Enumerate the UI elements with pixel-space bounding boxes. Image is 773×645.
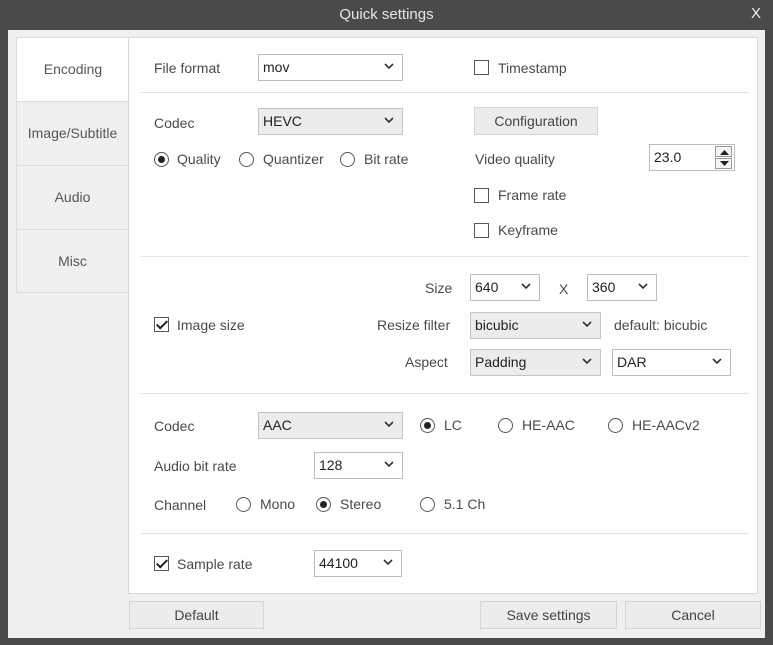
chevron-down-icon xyxy=(383,559,393,566)
profile-he-aac-label: HE-AAC xyxy=(522,417,575,433)
channel-label: Channel xyxy=(154,497,207,513)
file-format-value: mov xyxy=(263,59,290,75)
sample-rate-value: 44100 xyxy=(319,555,358,571)
tab-encoding[interactable]: Encoding xyxy=(16,37,129,101)
channel-stereo-radio[interactable] xyxy=(316,497,331,512)
resize-filter-hint: default: bicubic xyxy=(614,317,708,333)
channel-stereo-label: Stereo xyxy=(340,496,382,512)
video-quality-value: 23.0 xyxy=(654,149,682,165)
width-select[interactable]: 640 xyxy=(470,274,540,301)
audio-bitrate-select[interactable]: 128 xyxy=(314,452,403,479)
file-format-label: File format xyxy=(154,60,221,76)
chevron-down-icon xyxy=(582,321,592,328)
video-quality-spinner[interactable]: 23.0 xyxy=(649,144,735,171)
spin-up-button[interactable] xyxy=(715,146,732,157)
rate-mode-quantizer-radio[interactable] xyxy=(239,152,254,167)
dialog-body: Encoding Image/Subtitle Audio Misc File … xyxy=(8,30,765,638)
quick-settings-window: Quick settings X Encoding Image/Subtitle… xyxy=(0,0,773,645)
aspect-value: Padding xyxy=(475,354,527,370)
chevron-down-icon xyxy=(582,358,592,365)
aspect-mode-select[interactable]: DAR xyxy=(612,349,731,376)
frame-rate-label: Frame rate xyxy=(498,187,567,203)
save-settings-button[interactable]: Save settings xyxy=(480,601,617,629)
channel-mono-radio[interactable] xyxy=(236,497,251,512)
resize-filter-select[interactable]: bicubic xyxy=(470,312,601,339)
configuration-button[interactable]: Configuration xyxy=(474,107,598,135)
dimension-separator: X xyxy=(559,281,569,297)
chevron-down-icon xyxy=(712,358,722,365)
video-codec-label: Codec xyxy=(154,115,195,131)
profile-he-aacv2-radio[interactable] xyxy=(608,418,623,433)
audio-codec-value: AAC xyxy=(263,417,292,433)
tab-list: Encoding Image/Subtitle Audio Misc xyxy=(16,37,129,293)
tab-misc[interactable]: Misc xyxy=(16,229,129,293)
profile-he-aacv2-label: HE-AACv2 xyxy=(632,417,700,433)
caret-down-icon xyxy=(720,161,729,166)
cancel-button[interactable]: Cancel xyxy=(625,601,761,629)
rate-mode-quality-radio[interactable] xyxy=(154,152,169,167)
divider xyxy=(141,533,749,534)
frame-rate-checkbox[interactable] xyxy=(474,188,489,203)
chevron-down-icon xyxy=(521,283,531,290)
keyframe-checkbox[interactable] xyxy=(474,223,489,238)
timestamp-checkbox[interactable] xyxy=(474,60,489,75)
profile-lc-radio[interactable] xyxy=(420,418,435,433)
sample-rate-select[interactable]: 44100 xyxy=(314,550,402,577)
size-label: Size xyxy=(425,280,453,296)
aspect-mode-value: DAR xyxy=(617,354,647,370)
resize-filter-value: bicubic xyxy=(475,317,519,333)
video-quality-label: Video quality xyxy=(475,151,555,167)
chevron-down-icon xyxy=(384,421,394,428)
profile-lc-label: LC xyxy=(444,417,462,433)
channel-mono-label: Mono xyxy=(260,496,296,512)
caret-up-icon xyxy=(720,150,729,155)
sample-rate-checkbox[interactable] xyxy=(154,556,169,571)
image-size-label: Image size xyxy=(177,317,245,333)
title-bar: Quick settings X xyxy=(0,0,773,30)
default-button[interactable]: Default xyxy=(129,601,264,629)
chevron-down-icon xyxy=(638,283,648,290)
profile-he-aac-radio[interactable] xyxy=(498,418,513,433)
encoding-panel: File format mov Timestamp Codec HEVC Con… xyxy=(128,37,758,594)
sample-rate-label: Sample rate xyxy=(177,556,253,572)
resize-filter-label: Resize filter xyxy=(377,317,451,333)
rate-mode-bitrate-label: Bit rate xyxy=(364,151,409,167)
video-codec-select[interactable]: HEVC xyxy=(258,108,403,135)
image-size-checkbox[interactable] xyxy=(154,317,169,332)
audio-codec-select[interactable]: AAC xyxy=(258,412,403,439)
divider xyxy=(141,92,749,93)
divider xyxy=(141,256,749,257)
rate-mode-bitrate-radio[interactable] xyxy=(340,152,355,167)
tab-image-subtitle[interactable]: Image/Subtitle xyxy=(16,101,129,165)
video-codec-value: HEVC xyxy=(263,113,302,129)
chevron-down-icon xyxy=(384,63,394,70)
divider xyxy=(141,393,749,394)
width-value: 640 xyxy=(475,279,499,295)
tab-audio[interactable]: Audio xyxy=(16,165,129,229)
keyframe-label: Keyframe xyxy=(498,222,558,238)
audio-bitrate-value: 128 xyxy=(319,457,343,473)
channel-5-1-label: 5.1 Ch xyxy=(444,496,486,512)
window-title: Quick settings xyxy=(339,6,434,23)
audio-codec-label: Codec xyxy=(154,418,195,434)
audio-bitrate-label: Audio bit rate xyxy=(154,458,237,474)
height-select[interactable]: 360 xyxy=(587,274,657,301)
rate-mode-quantizer-label: Quantizer xyxy=(263,151,324,167)
close-icon[interactable]: X xyxy=(751,5,761,22)
rate-mode-quality-label: Quality xyxy=(177,151,221,167)
channel-5-1-radio[interactable] xyxy=(420,497,435,512)
file-format-select[interactable]: mov xyxy=(258,54,403,81)
aspect-label: Aspect xyxy=(405,354,448,370)
chevron-down-icon xyxy=(384,461,394,468)
timestamp-label: Timestamp xyxy=(498,60,567,76)
spin-down-button[interactable] xyxy=(715,158,732,169)
chevron-down-icon xyxy=(384,117,394,124)
aspect-select[interactable]: Padding xyxy=(470,349,601,376)
height-value: 360 xyxy=(592,279,616,295)
